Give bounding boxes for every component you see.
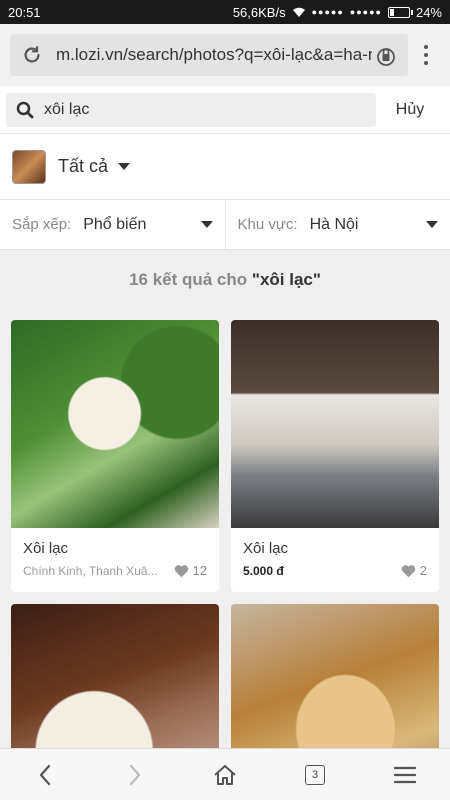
category-selector[interactable]: Tất cả (0, 134, 450, 200)
menu-button[interactable] (380, 755, 430, 795)
chevron-down-icon (200, 221, 213, 228)
area-value: Hà Nội (309, 215, 359, 233)
tabs-button[interactable]: 3 (290, 755, 340, 795)
clock: 20:51 (8, 4, 41, 20)
photo-price: 5.000 đ (243, 563, 284, 578)
address-bar[interactable]: m.lozi.vn/search/photos?q=xôi-lạc&a=ha-n… (10, 34, 408, 76)
tabs-count: 3 (305, 764, 325, 785)
network-speed: 56,6KB/s (232, 4, 286, 20)
signal-strength-2: ●●●●● (349, 7, 382, 17)
browser-bottom-nav: 3 (0, 748, 450, 800)
like-button[interactable]: 12 (174, 563, 207, 578)
home-button[interactable] (200, 755, 250, 795)
browser-toolbar: m.lozi.vn/search/photos?q=xôi-lạc&a=ha-n… (0, 24, 450, 86)
photo-title: Xôi lạc (23, 540, 69, 557)
search-input[interactable] (44, 100, 324, 119)
home-icon (214, 764, 236, 785)
wifi-icon (292, 7, 305, 17)
cancel-button[interactable]: Hủy (376, 101, 444, 119)
photo-card[interactable]: Xôi lạc Chính Kinh, Thanh Xuâ... 12 (11, 320, 219, 592)
heart-icon (174, 564, 188, 577)
more-vertical-icon[interactable] (412, 34, 440, 76)
category-thumbnail (12, 149, 46, 184)
photo-location: Chính Kinh, Thanh Xuâ... (23, 563, 158, 578)
category-label: Tất cả (58, 156, 109, 176)
sort-dropdown[interactable]: Sắp xếp: Phổ biến (0, 200, 225, 249)
battery-icon (387, 6, 413, 18)
like-count: 2 (419, 563, 427, 578)
lock-icon[interactable] (372, 41, 400, 69)
filter-row: Sắp xếp: Phổ biến Khu vực: Hà Nội (0, 200, 450, 250)
search-row: Hủy (0, 86, 450, 134)
signal-strength-1: ●●●●● (311, 7, 344, 17)
battery-percent: 24% (415, 4, 442, 20)
search-icon (16, 101, 34, 118)
results-count-text: 16 kết quả cho (129, 270, 252, 289)
sort-value: Phổ biến (83, 215, 147, 233)
photo-image[interactable] (231, 320, 439, 528)
status-bar: 20:51 56,6KB/s ●●●●● ●●●●● 24% (0, 0, 450, 24)
reload-icon[interactable] (18, 41, 46, 69)
search-box[interactable] (6, 92, 376, 127)
hamburger-icon (394, 766, 416, 783)
chevron-right-icon (129, 764, 141, 785)
area-label: Khu vực: (237, 216, 298, 233)
like-button[interactable]: 2 (401, 563, 427, 578)
chevron-down-icon (118, 163, 131, 170)
photo-title: Xôi lạc (243, 540, 289, 557)
photo-card[interactable]: Xôi lạc 5.000 đ 2 (231, 320, 439, 592)
area-dropdown[interactable]: Khu vực: Hà Nội (224, 200, 450, 249)
results-query: "xôi lạc" (251, 270, 321, 289)
sort-label: Sắp xếp: (12, 216, 72, 233)
url-text[interactable]: m.lozi.vn/search/photos?q=xôi-lạc&a=ha-n… (56, 45, 372, 65)
back-button[interactable] (20, 755, 70, 795)
forward-button[interactable] (110, 755, 160, 795)
photo-image[interactable] (11, 320, 219, 528)
heart-icon (401, 564, 416, 577)
chevron-down-icon (426, 221, 438, 228)
like-count: 12 (192, 563, 207, 578)
results-count: 16 kết quả cho "xôi lạc" (0, 270, 450, 290)
chevron-left-icon (39, 764, 51, 785)
